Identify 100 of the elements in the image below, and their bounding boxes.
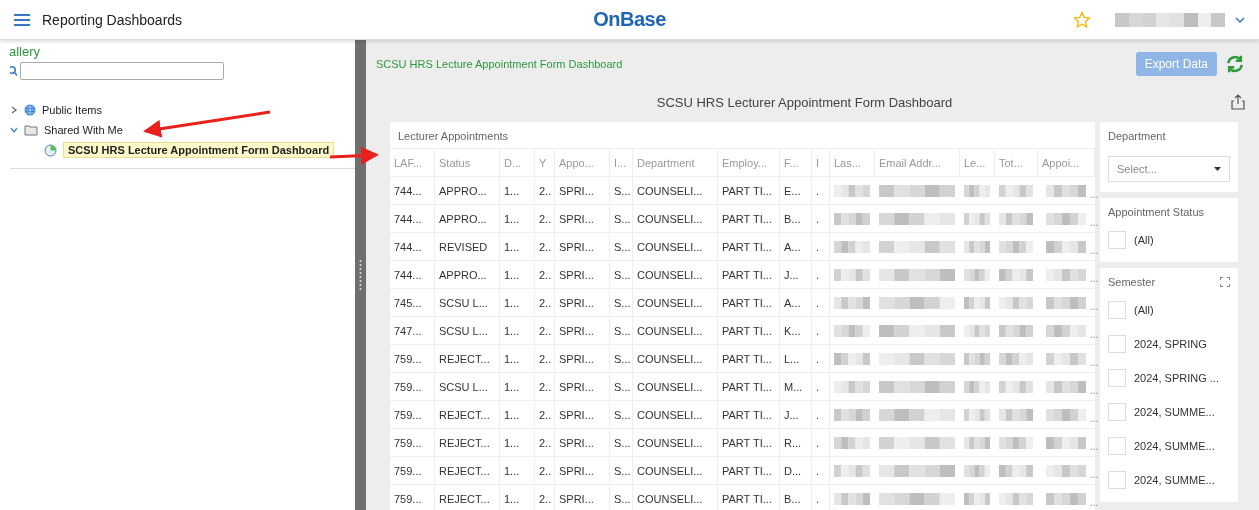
column-header[interactable]: Status (435, 149, 500, 176)
column-header[interactable]: Email Addr... (875, 149, 960, 176)
checkbox[interactable] (1108, 369, 1126, 387)
column-header[interactable]: LAF... (390, 149, 435, 176)
menu-icon[interactable] (14, 13, 30, 26)
table-cell: B... (780, 485, 812, 510)
table-cell: A... (780, 289, 812, 316)
table-cell: PART TI... (718, 373, 780, 400)
table-cell: PART TI... (718, 429, 780, 456)
table-cell: PART TI... (718, 317, 780, 344)
folder-icon (24, 124, 38, 136)
option-label: (All) (1134, 304, 1154, 316)
table-cell: COUNSELI... (633, 317, 718, 344)
table-cell: 744... (390, 261, 435, 288)
column-header[interactable]: I... (610, 149, 633, 176)
table-cell: 1... (500, 373, 535, 400)
table-cell: COUNSELI... (633, 233, 718, 260)
table-cell: M... (780, 373, 812, 400)
tree-item[interactable]: Public Items (42, 104, 102, 116)
checkbox[interactable] (1108, 403, 1126, 421)
table-cell: S... (610, 429, 633, 456)
filter-title: Semester (1108, 276, 1156, 288)
table-cell: SPRI... (555, 373, 610, 400)
table-cell: S... (610, 401, 633, 428)
table-cell: REJECT... (435, 401, 500, 428)
table-cell: . (812, 457, 830, 484)
checkbox[interactable] (1108, 437, 1126, 455)
table-cell: 2.. (535, 401, 555, 428)
table-cell-text: ... (1090, 245, 1099, 258)
share-icon[interactable] (1231, 94, 1245, 110)
table-cell: 759... (390, 457, 435, 484)
table-cell: . (812, 317, 830, 344)
table-cell-text: ... (1090, 189, 1099, 202)
dashboard-title: SCSU HRS Lecturer Appointment Form Dashboard (655, 94, 954, 110)
table-cell: 2.. (535, 485, 555, 510)
column-header[interactable]: Employ... (718, 149, 780, 176)
option-label: 2024, SUMME... (1134, 440, 1215, 452)
department-select[interactable]: Select... (1108, 156, 1230, 182)
tree-item[interactable]: SCSU HRS Lecture Appointment Form Dashboard (63, 142, 335, 158)
table-cell: APPRO... (435, 177, 500, 204)
table-cell: SPRI... (555, 233, 610, 260)
tree-item[interactable]: Shared With Me (44, 124, 123, 136)
breadcrumb[interactable]: SCSU HRS Lecture Appointment Form Dashboard (376, 58, 623, 70)
table-cell: 2.. (535, 457, 555, 484)
table-cell: REJECT... (435, 457, 500, 484)
table-cell: J... (780, 401, 812, 428)
column-header[interactable]: Tot... (995, 149, 1038, 176)
refresh-icon[interactable] (1225, 54, 1245, 74)
column-header[interactable]: I (812, 149, 830, 176)
table-cell: S... (610, 177, 633, 204)
column-header[interactable]: Y (535, 149, 555, 176)
checkbox[interactable] (1108, 471, 1126, 489)
column-header[interactable]: F... (780, 149, 812, 176)
table-cell: . (812, 233, 830, 260)
filter-title: Appointment Status (1108, 206, 1204, 218)
chevron-down-icon[interactable] (1235, 15, 1245, 24)
table-cell: 2.. (535, 233, 555, 260)
table-cell: S... (610, 485, 633, 510)
table-cell-text: ... (1090, 385, 1099, 398)
search-icon (10, 65, 18, 77)
table-cell: . (812, 289, 830, 316)
table-cell: COUNSELI... (633, 429, 718, 456)
table-cell: 1... (500, 345, 535, 372)
column-header[interactable]: Appoi... (1038, 149, 1095, 176)
table-cell: . (812, 401, 830, 428)
chevron-down-icon[interactable] (10, 126, 18, 134)
column-header[interactable]: Las... (830, 149, 875, 176)
table-cell: A... (780, 233, 812, 260)
table-cell: 1... (500, 457, 535, 484)
search-field[interactable] (20, 62, 224, 80)
option-label: 2024, SUMME... (1134, 406, 1215, 418)
checkbox[interactable] (1108, 335, 1126, 353)
column-header[interactable]: D... (500, 149, 535, 176)
table-cell: PART TI... (718, 233, 780, 260)
table-cell: PART TI... (718, 457, 780, 484)
table-cell: . (812, 485, 830, 510)
column-header[interactable]: Appo... (555, 149, 610, 176)
table-cell: 2.. (535, 345, 555, 372)
expand-icon[interactable] (1220, 277, 1230, 287)
table-cell: B... (780, 205, 812, 232)
checkbox[interactable] (1108, 231, 1126, 249)
table-cell: SPRI... (555, 429, 610, 456)
option-label: 2024, SUMME... (1134, 474, 1215, 486)
chevron-right-icon[interactable] (10, 106, 18, 114)
table-cell: 759... (390, 429, 435, 456)
table-cell: COUNSELI... (633, 345, 718, 372)
table-cell: REVISED (435, 233, 500, 260)
table-cell: R... (780, 429, 812, 456)
table-cell: 2.. (535, 205, 555, 232)
export-data-button[interactable]: Export Data (1135, 52, 1217, 76)
checkbox[interactable] (1108, 301, 1126, 319)
star-icon[interactable] (1073, 10, 1091, 29)
column-header[interactable]: Le... (960, 149, 995, 176)
table-cell: D... (780, 457, 812, 484)
table-cell: COUNSELI... (633, 289, 718, 316)
splitter-handle[interactable] (355, 40, 366, 510)
app-title: Reporting Dashboards (42, 11, 183, 28)
table-cell: SPRI... (555, 177, 610, 204)
table-cell: 759... (390, 345, 435, 372)
column-header[interactable]: Department (633, 149, 718, 176)
